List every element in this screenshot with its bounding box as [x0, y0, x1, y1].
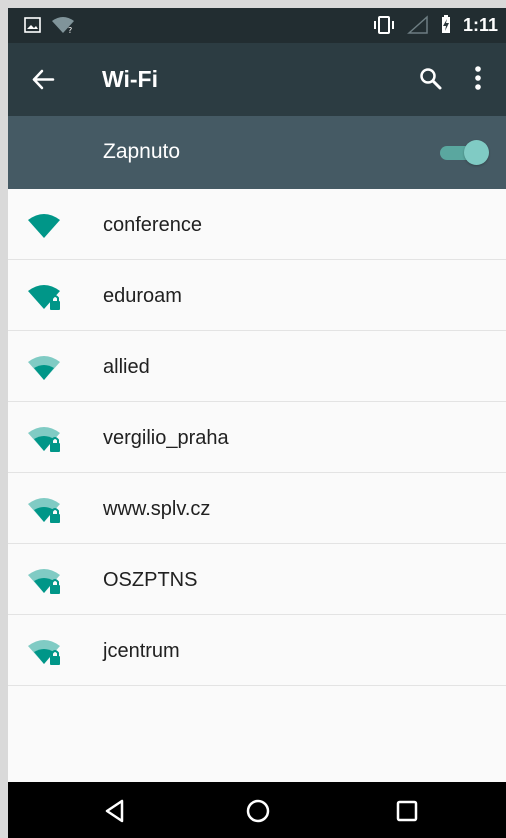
status-left-icons: ? [24, 16, 75, 34]
network-name: conference [103, 214, 202, 236]
back-arrow-icon[interactable] [31, 67, 56, 92]
wifi-state-label: Zapnuto [103, 140, 181, 163]
app-bar: Wi-Fi [8, 43, 506, 116]
wifi-medium-secured-icon [28, 569, 60, 594]
battery-charging-icon [441, 15, 450, 33]
toggle-thumb [464, 140, 489, 165]
wifi-network-row[interactable]: jcentrum [8, 615, 506, 686]
network-name: www.splv.cz [103, 498, 211, 520]
more-options-icon[interactable] [466, 63, 490, 93]
system-navigation-bar [8, 782, 506, 838]
status-time: 1:11 [462, 15, 498, 35]
wifi-full-icon [28, 214, 60, 238]
nav-home-icon[interactable] [243, 796, 273, 826]
vibrate-icon [373, 16, 394, 34]
wifi-network-row[interactable]: OSZPTNS [8, 544, 506, 615]
wifi-network-list: conference eduroam allied vergilio_praha… [8, 189, 506, 686]
nav-back-icon[interactable] [100, 796, 130, 826]
wifi-network-row[interactable]: allied [8, 331, 506, 402]
wifi-network-row[interactable]: eduroam [8, 260, 506, 331]
wifi-network-row[interactable]: www.splv.cz [8, 473, 506, 544]
search-icon[interactable] [418, 66, 443, 91]
wifi-master-switch-row[interactable]: Zapnuto [8, 116, 506, 189]
wifi-medium-icon [28, 356, 60, 380]
wifi-medium-secured-icon [28, 640, 60, 665]
wifi-secured-icon [28, 285, 60, 310]
wifi-network-row[interactable]: conference [8, 189, 506, 260]
signal-icon [406, 15, 428, 34]
page-title: Wi-Fi [102, 66, 158, 92]
wifi-settings-screen: ? 1:11 Wi-Fi Zapnuto conference eduroam … [8, 8, 506, 838]
nav-recents-icon[interactable] [392, 796, 422, 826]
network-name: vergilio_praha [103, 427, 229, 449]
network-name: allied [103, 356, 150, 378]
status-bar: ? 1:11 [8, 8, 506, 43]
network-name: OSZPTNS [103, 569, 198, 591]
wifi-medium-secured-icon [28, 498, 60, 523]
network-name: jcentrum [103, 640, 180, 662]
status-right-icons: 1:11 [372, 15, 498, 35]
wifi-toggle[interactable] [440, 139, 490, 167]
wifi-unknown-icon: ? [52, 17, 74, 34]
wifi-medium-secured-icon [28, 427, 60, 452]
svg-text:?: ? [68, 26, 72, 34]
wifi-network-row[interactable]: vergilio_praha [8, 402, 506, 473]
network-name: eduroam [103, 285, 182, 307]
image-icon [24, 17, 41, 33]
